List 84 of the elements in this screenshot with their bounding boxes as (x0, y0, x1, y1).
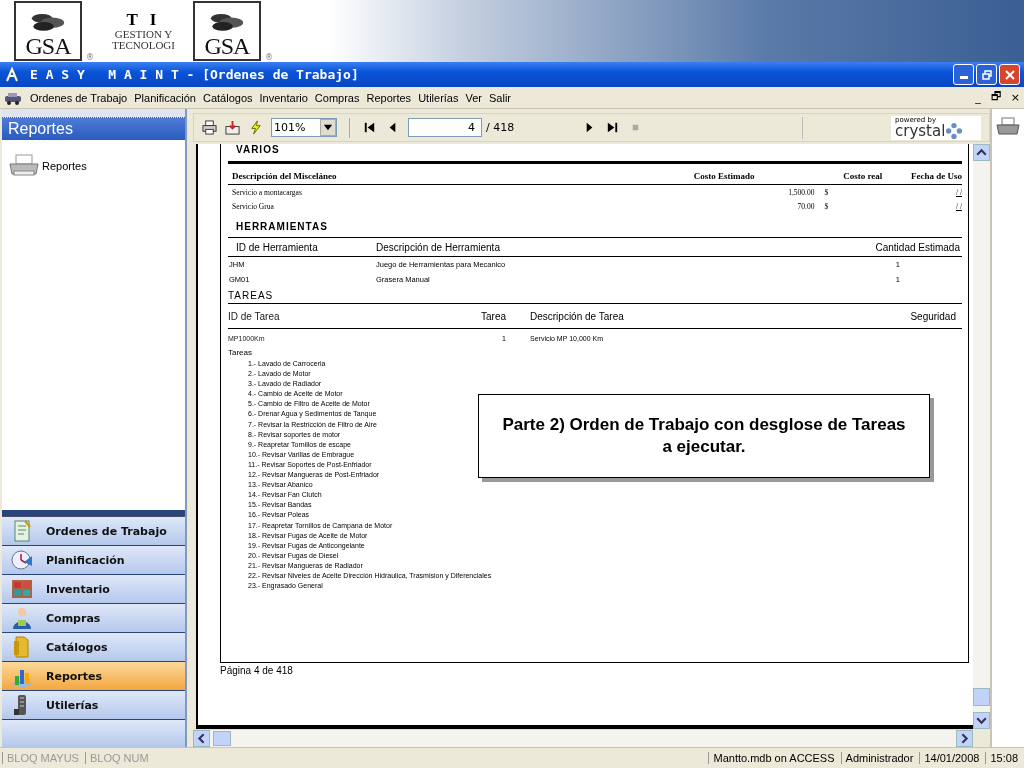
horizontal-scrollbar[interactable] (193, 729, 973, 747)
section-title: HERRAMIENTAS (235, 221, 329, 233)
page-field[interactable]: 4 (408, 118, 482, 137)
status-panel: Mantto.mdb on ACCESS (708, 752, 839, 764)
clock-icon (10, 548, 34, 572)
vertical-scrollbar[interactable] (973, 144, 990, 729)
caret-icon (320, 119, 336, 136)
menu-item[interactable]: Catálogos (203, 91, 259, 104)
nav-button[interactable]: Utilerías (2, 691, 185, 720)
menu-item[interactable]: Planificación (134, 91, 202, 104)
menu-item[interactable]: Utilerías (418, 91, 465, 104)
tasks-label: Tareas (228, 347, 253, 359)
nav-button[interactable]: Catálogos (2, 633, 185, 662)
minimize-button[interactable] (953, 64, 974, 85)
car-icon (4, 90, 22, 105)
column-header: Costo Estimado (692, 171, 755, 181)
section-title: TAREAS (228, 289, 275, 303)
window-control[interactable]: _ (975, 91, 981, 104)
logo-text: GSA (204, 33, 250, 59)
column-header: Descripción de Herramienta (376, 241, 501, 253)
restore-icon (981, 69, 992, 80)
scroll-down-icon[interactable] (973, 712, 990, 729)
menu-item[interactable]: Reportes (366, 91, 418, 104)
status-panel: 15:08 (985, 752, 1022, 764)
zoom-dropdown[interactable]: 101% (271, 118, 337, 137)
page-total: / 418 (486, 121, 515, 134)
menu-item[interactable]: Ver (465, 91, 488, 104)
person-icon (10, 606, 34, 630)
scrollbar-thumb[interactable] (213, 731, 231, 746)
window-control[interactable]: × (1010, 91, 1020, 104)
column-header: Descripción del Misceláneo (231, 171, 338, 181)
status-panel: 14/01/2008 (919, 752, 984, 764)
logo-subtitle: GESTION Y (114, 29, 173, 40)
dots-icon (945, 121, 964, 140)
print-icon[interactable] (202, 120, 217, 135)
nav-button[interactable]: Inventario (2, 575, 185, 604)
window-control[interactable]: 🗗 (990, 88, 1001, 107)
logo-text: GSA (25, 33, 71, 59)
status-panel: BLOQ MAYUS (2, 752, 83, 764)
close-icon (1004, 69, 1015, 80)
section-title: VARIOS (235, 144, 281, 156)
panel-title: Reportes (2, 118, 185, 140)
menu-item[interactable]: Compras (314, 91, 366, 104)
nav-button[interactable]: Ordenes de Trabajo (2, 517, 185, 546)
printer-icon (8, 154, 40, 178)
nav-button[interactable]: Compras (2, 604, 185, 633)
registered-mark: ® (86, 53, 94, 62)
restore-button[interactable] (976, 64, 997, 85)
menu-item[interactable]: Ordenes de Trabajo (30, 91, 134, 104)
column-header: ID de Herramienta (235, 241, 319, 253)
first-page-icon[interactable] (362, 120, 377, 135)
scrollbar-thumb[interactable] (973, 688, 990, 706)
export-icon[interactable] (225, 120, 240, 135)
registered-mark: ® (264, 53, 273, 62)
column-header: Costo real (842, 171, 883, 181)
status-panel: BLOQ NUM (84, 752, 153, 764)
minimize-icon (959, 76, 968, 79)
column-header: Cantidad Estimada (874, 241, 961, 253)
logo-subtitle: TECNOLOGI (112, 40, 175, 51)
splitter-grip[interactable] (2, 510, 185, 517)
column-header: Tarea (480, 310, 506, 322)
page-footer: Página 4 de 418 (220, 665, 973, 676)
scroll-left-icon[interactable] (193, 730, 210, 747)
column-header: Seguridad (909, 310, 957, 322)
nav-button[interactable]: Planificación (2, 546, 185, 575)
report-item[interactable]: Reportes (42, 160, 87, 172)
splitter-grip[interactable] (2, 109, 185, 118)
app-icon (4, 66, 20, 83)
column-header: Fecha de Uso (910, 171, 962, 181)
nav-button[interactable]: Reportes (2, 662, 185, 691)
status-panel: Administrador (840, 752, 918, 764)
shelf-icon (10, 577, 34, 601)
scroll-right-icon[interactable] (956, 730, 973, 747)
close-button[interactable] (999, 64, 1020, 85)
column-header: Descripción de Tarea (530, 310, 625, 322)
column-header: ID de Tarea (228, 310, 281, 322)
logo-title: T I (126, 11, 161, 29)
menu-item[interactable]: Inventario (259, 91, 314, 104)
lightning-icon[interactable] (248, 120, 263, 135)
logo-text: crystal (895, 122, 946, 140)
printer-icon[interactable] (996, 117, 1020, 137)
window-title: E A S Y M A I N T - [Ordenes de Trabajo] (30, 67, 360, 82)
menu-item[interactable]: Salir (489, 91, 517, 104)
scroll-up-icon[interactable] (973, 144, 990, 161)
